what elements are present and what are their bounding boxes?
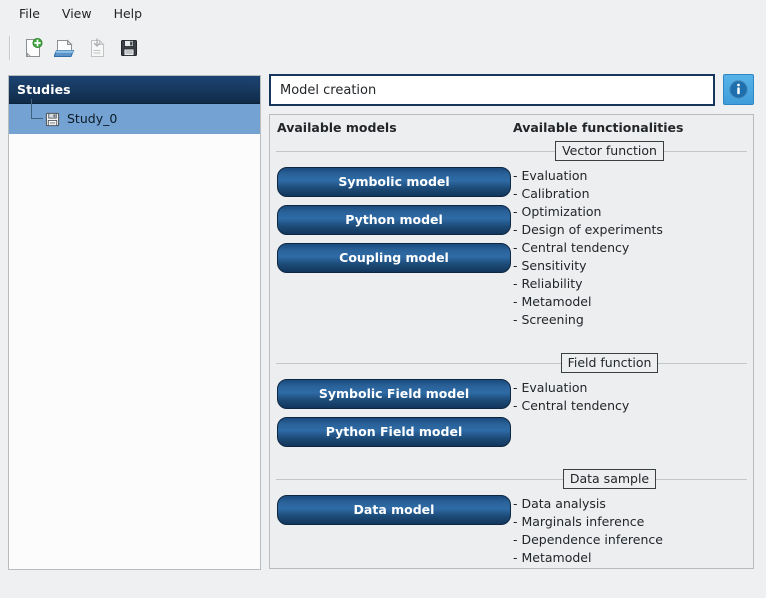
info-circle-icon <box>728 79 749 100</box>
field-function-separator: Field function <box>276 353 747 373</box>
toolbar <box>0 28 766 68</box>
menu-help[interactable]: Help <box>103 2 154 26</box>
list-item: - Dependence inference <box>513 531 663 549</box>
floppy-disk-icon <box>45 112 60 127</box>
toolbar-grip[interactable] <box>9 36 11 60</box>
vector-function-models: Symbolic model Python model Coupling mod… <box>270 161 512 281</box>
data-sample-models: Data model <box>270 489 512 533</box>
field-function-caption: Field function <box>561 353 659 373</box>
list-item: - Marginals inference <box>513 513 663 531</box>
menu-file[interactable]: File <box>8 2 51 26</box>
coupling-model-button[interactable]: Coupling model <box>277 243 511 273</box>
list-item: - Calibration <box>513 185 663 203</box>
list-item: - Reliability <box>513 275 663 293</box>
available-models-header: Available models <box>277 120 397 135</box>
separator-line-right <box>658 363 747 364</box>
symbolic-field-model-button[interactable]: Symbolic Field model <box>277 379 511 409</box>
list-item: - Central tendency <box>513 239 663 257</box>
model-creation-panel: Available models Available functionaliti… <box>269 114 754 569</box>
menu-view[interactable]: View <box>51 2 103 26</box>
page-title-text: Model creation <box>280 83 376 98</box>
save-study-button[interactable] <box>114 33 144 63</box>
new-study-button[interactable] <box>18 33 48 63</box>
tree-branch-line <box>31 99 43 119</box>
save-floppy-icon <box>118 37 140 59</box>
vector-function-caption: Vector function <box>555 141 664 161</box>
symbolic-model-button[interactable]: Symbolic model <box>277 167 511 197</box>
data-sample-section: Data model - Data analysis - Marginals i… <box>270 489 753 567</box>
list-item: - Evaluation <box>513 167 663 185</box>
data-sample-separator: Data sample <box>276 469 747 489</box>
list-item: - Data analysis <box>513 495 663 513</box>
python-model-button[interactable]: Python model <box>277 205 511 235</box>
column-headers: Available models Available functionaliti… <box>270 115 753 141</box>
import-script-button[interactable] <box>82 33 112 63</box>
functionality-list: - Evaluation - Central tendency <box>513 379 629 415</box>
studies-panel: Studies Study_0 <box>8 75 261 570</box>
list-item: - Evaluation <box>513 379 629 397</box>
python-field-model-button[interactable]: Python Field model <box>277 417 511 447</box>
list-item: - Screening <box>513 311 663 329</box>
import-document-icon <box>86 37 108 59</box>
vector-function-section: Symbolic model Python model Coupling mod… <box>270 161 753 329</box>
vector-function-functionalities: - Evaluation - Calibration - Optimizatio… <box>512 161 663 329</box>
open-document-icon <box>54 37 76 59</box>
field-function-section: Symbolic Field model Python Field model … <box>270 373 753 455</box>
field-function-models: Symbolic Field model Python Field model <box>270 373 512 455</box>
list-item: - Central tendency <box>513 397 629 415</box>
info-button[interactable] <box>723 74 754 105</box>
list-item: - Optimization <box>513 203 663 221</box>
list-item: - Metamodel <box>513 549 663 567</box>
separator-line-right <box>656 479 747 480</box>
list-item: - Metamodel <box>513 293 663 311</box>
new-document-icon <box>22 37 44 59</box>
study-tree-item[interactable]: Study_0 <box>9 104 260 134</box>
menu-bar: File View Help <box>0 0 766 28</box>
list-item: - Sensitivity <box>513 257 663 275</box>
available-functionalities-header: Available functionalities <box>513 120 683 135</box>
vector-function-separator: Vector function <box>276 141 747 161</box>
page-title: Model creation <box>269 74 715 106</box>
separator-line-left <box>276 479 563 480</box>
data-sample-caption: Data sample <box>563 469 656 489</box>
application-window: File View Help <box>0 0 766 598</box>
data-sample-functionalities: - Data analysis - Marginals inference - … <box>512 489 663 567</box>
open-study-button[interactable] <box>50 33 80 63</box>
field-function-functionalities: - Evaluation - Central tendency <box>512 373 629 415</box>
data-model-button[interactable]: Data model <box>277 495 511 525</box>
functionality-list: - Evaluation - Calibration - Optimizatio… <box>513 167 663 329</box>
studies-panel-header: Studies <box>9 76 260 104</box>
separator-line-right <box>664 151 747 152</box>
study-tree-item-label: Study_0 <box>67 111 117 127</box>
list-item: - Design of experiments <box>513 221 663 239</box>
functionality-list: - Data analysis - Marginals inference - … <box>513 495 663 567</box>
separator-line-left <box>276 363 561 364</box>
separator-line-left <box>276 151 555 152</box>
